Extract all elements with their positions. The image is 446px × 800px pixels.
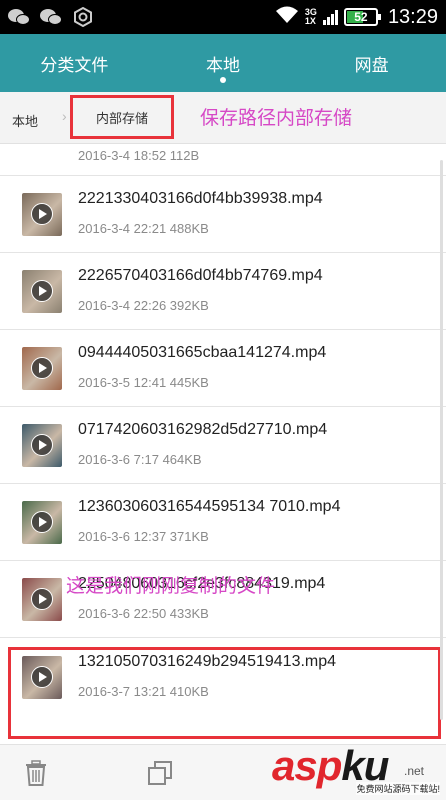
file-meta: 2016-3-4 22:26 392KB (78, 298, 209, 313)
wechat-notification-icon (40, 8, 64, 26)
file-name: 0717420603162982d5d27710.mp4 (78, 421, 328, 438)
tab-cloud[interactable]: 网盘 (297, 34, 446, 92)
annotation-copied-file: 这是我们刚刚复制的文件 (66, 576, 276, 597)
breadcrumb-separator-icon: › (62, 108, 67, 124)
file-meta: 2016-3-4 18:52 112B (78, 148, 200, 163)
file-name: 2221330403166d0f4bb39938.mp4 (78, 190, 323, 207)
file-meta: 2016-3-4 22:21 488KB (78, 221, 209, 236)
tab-label: 本地 (206, 55, 240, 75)
highlight-box (8, 647, 441, 739)
copy-button[interactable] (144, 757, 176, 789)
copy-icon (148, 761, 172, 785)
video-thumbnail (22, 347, 62, 390)
video-thumbnail (22, 501, 62, 544)
active-tab-indicator (220, 77, 226, 83)
tab-label: 分类文件 (40, 55, 109, 75)
file-name: 123603060316544595134 7010.mp4 (78, 498, 341, 515)
file-meta: 2016-3-5 12:41 445KB (78, 375, 209, 390)
list-item[interactable]: 2221330403166d0f4bb39938.mp4 2016-3-4 22:… (0, 176, 446, 253)
clock: 13:29 (387, 5, 438, 28)
scrollbar[interactable] (440, 160, 443, 720)
play-icon (31, 588, 53, 610)
file-meta: 2016-3-6 12:37 371KB (78, 529, 209, 544)
tab-label: 网盘 (354, 55, 389, 75)
file-meta: 2016-3-6 7:17 464KB (78, 452, 202, 467)
wechat-notification-icon (8, 8, 32, 26)
settings-hexagon-icon (72, 6, 94, 28)
tab-bar: 分类文件 本地 网盘 (0, 34, 446, 92)
watermark-logo: aspku .net 免费网站源码下载站! (272, 742, 442, 800)
list-item[interactable]: 2226570403166d0f4bb74769.mp4 2016-3-4 22:… (0, 253, 446, 330)
delete-button[interactable] (20, 757, 52, 789)
file-name: 2226570403166d0f4bb74769.mp4 (78, 267, 323, 284)
video-thumbnail (22, 424, 62, 467)
file-meta: 2016-3-6 22:50 433KB (78, 606, 209, 621)
breadcrumb-current-label: 内部存储 (95, 110, 148, 126)
watermark-domain: .net (404, 764, 425, 778)
status-bar: 3G 1X 52 13:29 (0, 0, 446, 34)
video-thumbnail (22, 270, 62, 313)
watermark-subtitle: 免费网站源码下载站! (356, 782, 440, 795)
list-item[interactable]: 123603060316544595134 7010.mp4 2016-3-6 1… (0, 484, 446, 561)
wifi-icon (275, 6, 299, 29)
list-item[interactable]: 09444405031665cbaa141274.mp4 2016-3-5 12:… (0, 330, 446, 407)
battery-icon: 52 (343, 8, 381, 26)
list-item[interactable]: 2016-3-4 18:52 112B (0, 144, 446, 176)
trash-icon (26, 760, 46, 786)
network-1x-label: 1X (304, 16, 316, 26)
play-icon (31, 280, 53, 302)
tab-categories[interactable]: 分类文件 (0, 34, 149, 92)
video-thumbnail (22, 578, 62, 621)
signal-strength-icon (322, 9, 338, 25)
breadcrumb-current[interactable]: 内部存储 (70, 95, 174, 139)
play-icon (31, 357, 53, 379)
play-icon (31, 434, 53, 456)
annotation-save-path: 保存路径内部存储 (200, 108, 353, 129)
tab-local[interactable]: 本地 (149, 34, 298, 92)
breadcrumb-root[interactable]: 本地 (12, 111, 38, 130)
network-type: 3G 1X (305, 8, 317, 26)
list-item[interactable]: 0717420603162982d5d27710.mp4 2016-3-6 7:1… (0, 407, 446, 484)
play-icon (31, 511, 53, 533)
play-icon (31, 203, 53, 225)
battery-level: 52 (354, 10, 368, 24)
video-thumbnail (22, 193, 62, 236)
file-name: 09444405031665cbaa141274.mp4 (78, 344, 327, 361)
